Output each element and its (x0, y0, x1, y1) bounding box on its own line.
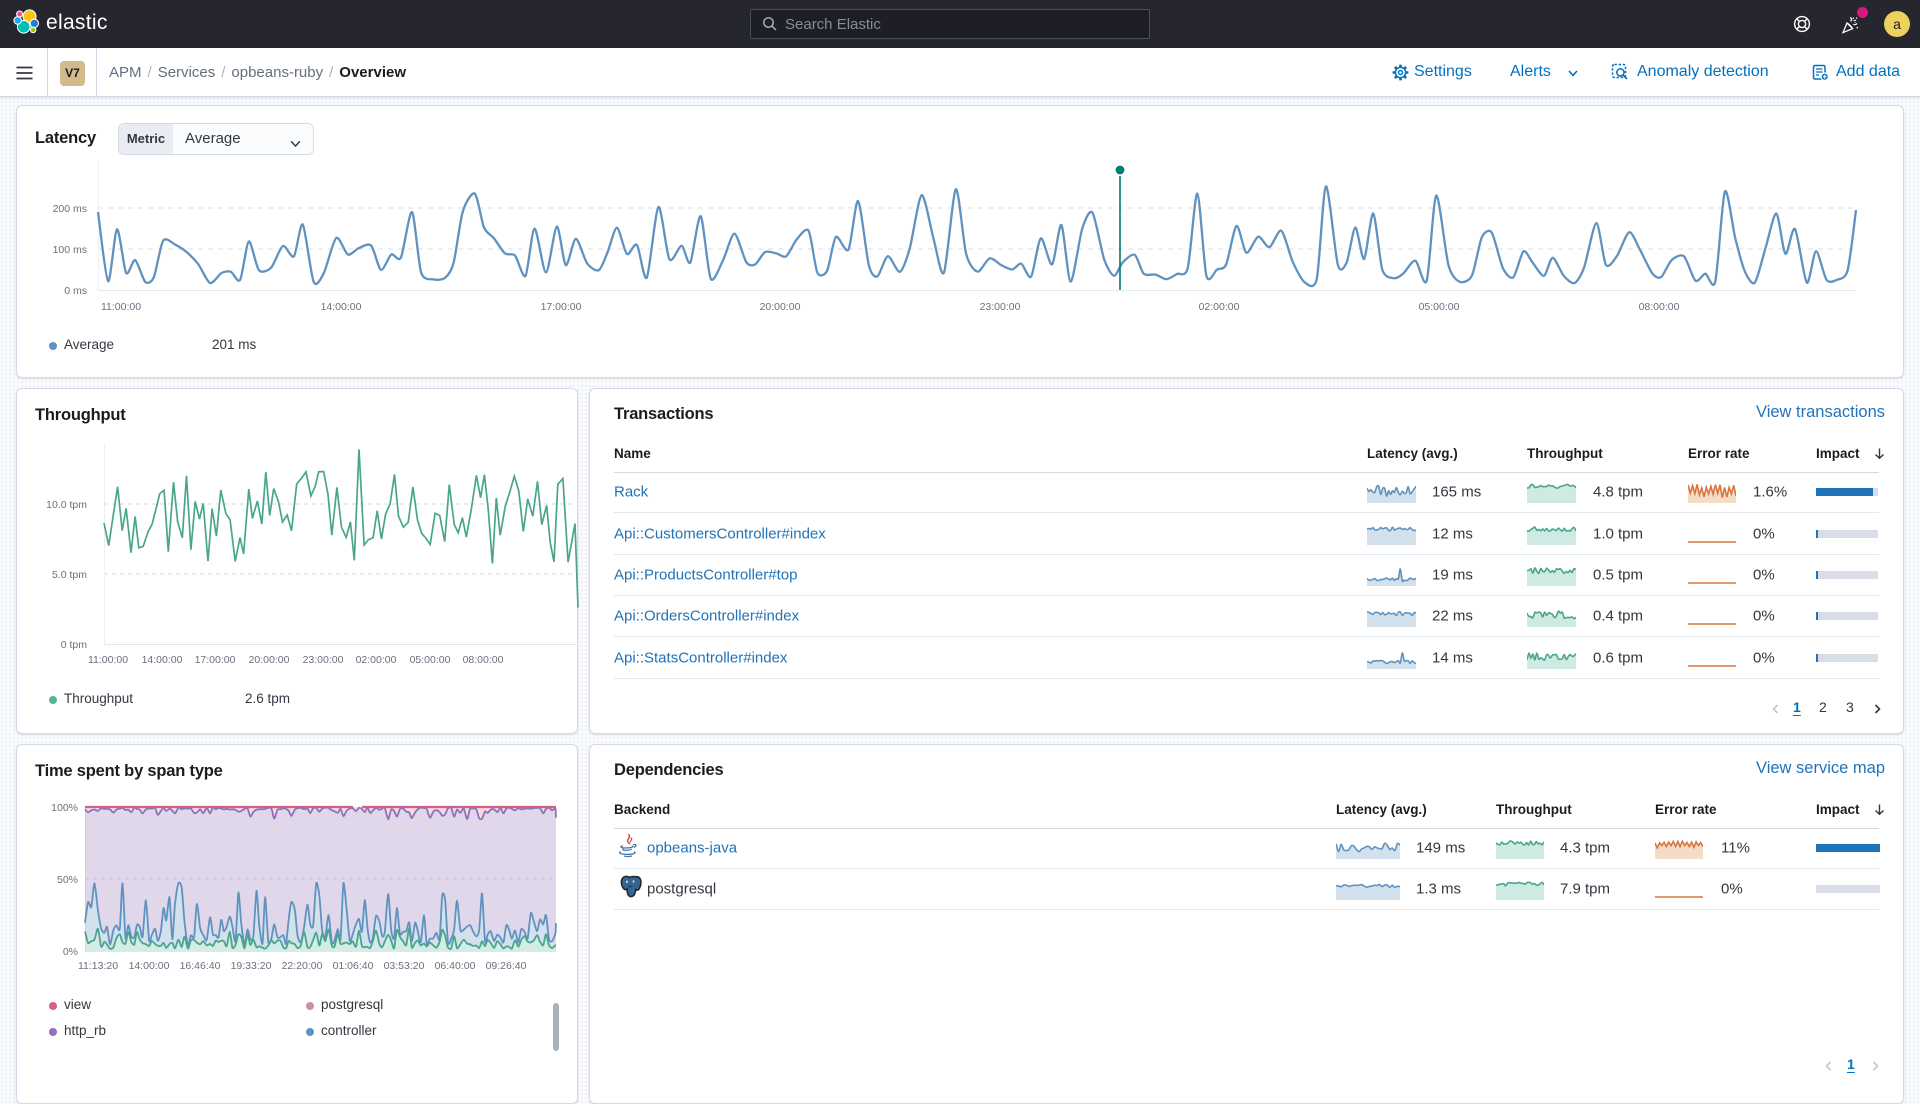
svg-text:16:46:40: 16:46:40 (180, 960, 221, 972)
svg-text:17:00:00: 17:00:00 (541, 301, 582, 313)
svg-text:01:06:40: 01:06:40 (333, 960, 374, 972)
svg-text:5.0 tpm: 5.0 tpm (52, 569, 87, 581)
svg-text:05:00:00: 05:00:00 (410, 654, 451, 666)
svg-text:0 tpm: 0 tpm (61, 639, 88, 651)
svg-text:09:26:40: 09:26:40 (486, 960, 527, 972)
svg-text:14:00:00: 14:00:00 (321, 301, 362, 313)
svg-text:14:00:00: 14:00:00 (129, 960, 170, 972)
svg-text:20:00:00: 20:00:00 (760, 301, 801, 313)
svg-text:100%: 100% (51, 802, 78, 814)
svg-text:14:00:00: 14:00:00 (142, 654, 183, 666)
svg-text:08:00:00: 08:00:00 (1639, 301, 1680, 313)
svg-text:06:40:00: 06:40:00 (435, 960, 476, 972)
svg-text:05:00:00: 05:00:00 (1419, 301, 1460, 313)
svg-text:02:00:00: 02:00:00 (356, 654, 397, 666)
svg-text:23:00:00: 23:00:00 (980, 301, 1021, 313)
svg-text:0%: 0% (63, 946, 78, 958)
svg-text:11:00:00: 11:00:00 (88, 654, 128, 666)
svg-text:10.0 tpm: 10.0 tpm (46, 499, 87, 511)
svg-text:100 ms: 100 ms (53, 244, 87, 256)
svg-text:200 ms: 200 ms (53, 203, 87, 215)
svg-text:11:13:20: 11:13:20 (78, 960, 118, 972)
svg-text:23:00:00: 23:00:00 (303, 654, 344, 666)
svg-text:08:00:00: 08:00:00 (463, 654, 504, 666)
svg-text:20:00:00: 20:00:00 (249, 654, 290, 666)
svg-text:17:00:00: 17:00:00 (195, 654, 236, 666)
svg-text:0 ms: 0 ms (64, 285, 87, 297)
svg-text:02:00:00: 02:00:00 (1199, 301, 1240, 313)
svg-text:11:00:00: 11:00:00 (101, 301, 141, 313)
svg-text:19:33:20: 19:33:20 (231, 960, 272, 972)
svg-text:50%: 50% (57, 874, 78, 886)
svg-text:22:20:00: 22:20:00 (282, 960, 323, 972)
svg-text:03:53:20: 03:53:20 (384, 960, 425, 972)
